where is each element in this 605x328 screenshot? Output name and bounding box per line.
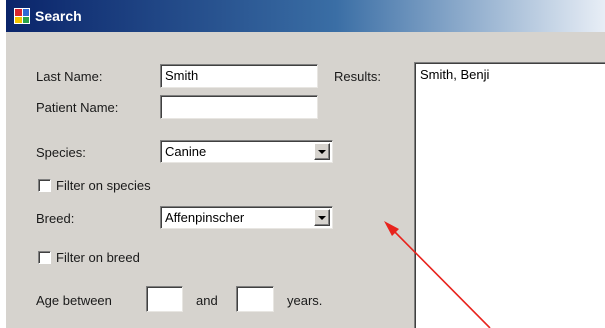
annotation-arrow-line [388, 225, 491, 328]
annotation-arrow [384, 221, 491, 328]
